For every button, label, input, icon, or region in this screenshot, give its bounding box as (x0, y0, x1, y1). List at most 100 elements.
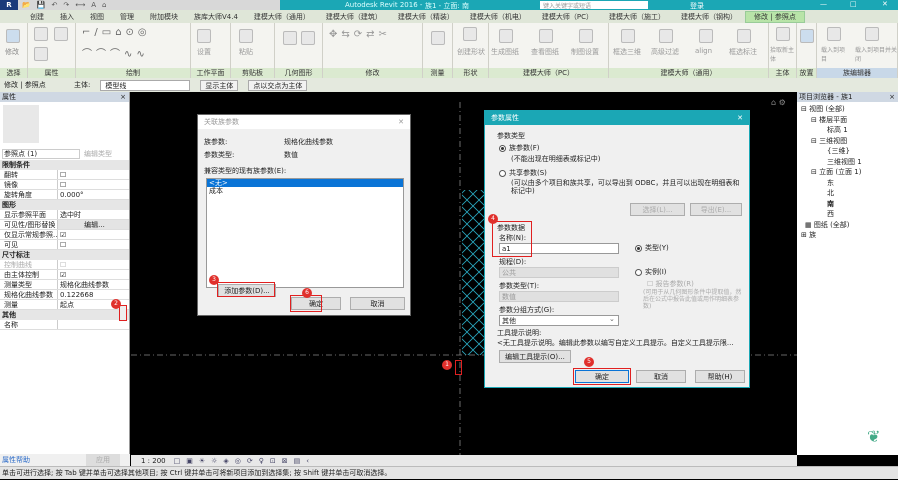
tree-item-active[interactable]: 南 (801, 199, 898, 210)
prop-value[interactable]: ☐ (58, 260, 129, 269)
prop-row[interactable]: 可见 ☐ (0, 240, 129, 250)
prop-row[interactable]: 显示参照平面 选中时 (0, 210, 129, 220)
load-project-label[interactable]: 载入到项目 (821, 45, 849, 63)
tab-construction[interactable]: 建模大师（施工） (601, 12, 673, 22)
ptype-select[interactable]: 数值 (499, 291, 619, 302)
prop-value[interactable]: ☑ (58, 270, 129, 279)
tab-finish[interactable]: 建模大师（精装） (390, 12, 462, 22)
box-dim-icon[interactable] (737, 29, 751, 43)
tree-item[interactable]: ▦ 图纸 (全部) (801, 220, 898, 231)
prop-row[interactable]: 控制曲线 ☐ (0, 260, 129, 270)
group-dimensions[interactable]: 尺寸标注 (0, 250, 129, 260)
tab-create[interactable]: 创建 (22, 12, 52, 22)
view-drawing-icon[interactable] (539, 29, 553, 43)
type-properties-icon[interactable] (54, 27, 68, 41)
scale-value[interactable]: 1 : 200 (141, 457, 166, 465)
existing-params-list[interactable]: <无> 成本 (206, 178, 404, 288)
close-icon[interactable]: × (889, 92, 895, 102)
tree-item[interactable]: ⊟ 视图 (全部) (801, 104, 898, 115)
save-icon[interactable]: 💾 (37, 1, 46, 9)
tree-item[interactable]: ⊟ 楼层平面 (801, 115, 898, 126)
close-icon[interactable]: × (120, 92, 126, 102)
edit-tooltip-button[interactable]: 编辑工具提示(O)... (499, 350, 571, 363)
tab-addins[interactable]: 附加模块 (142, 12, 186, 22)
arc-tools-icon[interactable]: ⌒⌒⌒∿∿ (82, 45, 149, 60)
group-other[interactable]: 其他 (0, 310, 129, 320)
tab-modify-ref-point[interactable]: 修改 | 参照点 (745, 10, 805, 23)
prop-value[interactable]: ☑ (58, 230, 129, 239)
drawing-settings-label[interactable]: 制图设置 (571, 47, 599, 57)
box-3d-icon[interactable] (621, 29, 635, 43)
type-selector[interactable]: 参照点 (1) (2, 149, 80, 159)
modify-tools-icon[interactable]: ✥⇆⟳⇄✂ (329, 29, 391, 40)
close-icon[interactable]: ✕ (737, 111, 743, 125)
align-icon[interactable] (699, 29, 713, 43)
tree-item[interactable]: 北 (801, 188, 898, 199)
intersect-host-button[interactable]: 点以交点为主体 (248, 79, 308, 91)
list-item[interactable]: <无> (207, 179, 403, 187)
show-host-button[interactable]: 显示主体 (200, 79, 239, 91)
pick-host-label[interactable]: 拾取新主体 (770, 45, 796, 63)
prop-row[interactable]: 规格化曲线参数 0.122668 (0, 290, 129, 300)
maximize-button[interactable]: □ (850, 0, 857, 8)
prop-row[interactable]: 可见性/图形替换 编辑... (0, 220, 129, 230)
shared-param-radio[interactable]: 共享参数(S) (499, 168, 547, 178)
box-dim-label[interactable]: 框选标注 (729, 47, 757, 57)
tree-item[interactable]: 东 (801, 178, 898, 189)
type-radio[interactable]: 类型(Y) (635, 243, 669, 253)
close-button[interactable]: ✕ (882, 0, 888, 8)
tree-item[interactable]: ⊞ 族 (801, 230, 898, 241)
prop-value[interactable]: 0.000° (58, 190, 129, 199)
measure-icon[interactable]: ⟷ (75, 1, 85, 9)
tab-steel[interactable]: 建模大师（钢构） (673, 12, 745, 22)
prop-row[interactable]: 镜像 ☐ (0, 180, 129, 190)
prop-value[interactable]: 选中时 (58, 210, 129, 219)
discipline-select[interactable]: 公共 (499, 267, 619, 278)
prop-row[interactable]: 名称 (0, 320, 129, 330)
tab-general[interactable]: 建模大师（通用） (246, 12, 318, 22)
tab-family-lib[interactable]: 族库大师V4.4 (186, 12, 246, 22)
apply-button[interactable]: 应用 (86, 454, 120, 466)
draw-tools-icon[interactable]: ⌐/▭⌂⊙◎ (82, 27, 151, 38)
prop-value[interactable] (58, 320, 129, 329)
prop-row[interactable]: 测量类型 规格化曲线参数 (0, 280, 129, 290)
prop-row[interactable]: 仅显示常规参照... ☑ (0, 230, 129, 240)
measure-icon[interactable] (431, 31, 445, 45)
cancel-button[interactable]: 取消 (350, 297, 405, 310)
view-drawing-label[interactable]: 查看图纸 (531, 47, 559, 57)
instance-radio[interactable]: 实例(I) (635, 267, 667, 277)
paste-icon[interactable] (239, 29, 253, 43)
prop-value[interactable]: 规格化曲线参数 (58, 280, 129, 289)
group-graphics[interactable]: 图形 (0, 200, 129, 210)
group-select[interactable]: 其他 (499, 315, 619, 326)
tree-item[interactable]: {三维} (801, 146, 898, 157)
pick-host-icon[interactable] (776, 27, 790, 41)
tree-item[interactable]: 标高 1 (801, 125, 898, 136)
tree-item[interactable]: ⊟ 三维视图 (801, 136, 898, 147)
prop-value[interactable]: ☐ (58, 170, 129, 179)
drawing-settings-icon[interactable] (579, 29, 593, 43)
select-button[interactable]: 选择(L)... (630, 203, 685, 216)
tree-item[interactable]: ⊟ 立面 (立面 1) (801, 167, 898, 178)
edit-type-button[interactable]: 编辑类型 (84, 149, 112, 159)
box-3d-label[interactable]: 框选三维 (613, 47, 641, 57)
family-param-radio[interactable]: 族参数(F) (499, 143, 540, 153)
properties-icon[interactable] (34, 27, 48, 41)
reference-point-highlight[interactable] (455, 360, 462, 375)
cut-icon[interactable] (283, 31, 297, 45)
gen-drawing-icon[interactable] (499, 29, 513, 43)
tree-item[interactable]: 西 (801, 209, 898, 220)
text-icon[interactable]: A (91, 1, 96, 9)
close-icon[interactable]: ✕ (398, 115, 404, 129)
host-select[interactable]: 模型线 (100, 79, 191, 91)
tab-arch[interactable]: 建模大师（建筑） (318, 12, 390, 22)
prop-row[interactable]: 翻转 ☐ (0, 170, 129, 180)
tab-mep[interactable]: 建模大师（机电） (462, 12, 534, 22)
view-cube-icon[interactable]: ⌂ ⚙ (771, 98, 786, 107)
minimize-button[interactable]: — (820, 0, 827, 8)
redo-icon[interactable]: ↷ (63, 1, 69, 9)
prop-value[interactable]: ☐ (58, 180, 129, 189)
place-icon[interactable] (800, 29, 814, 43)
tab-pc[interactable]: 建模大师（PC） (534, 12, 601, 22)
prop-value[interactable]: ☐ (58, 240, 129, 249)
